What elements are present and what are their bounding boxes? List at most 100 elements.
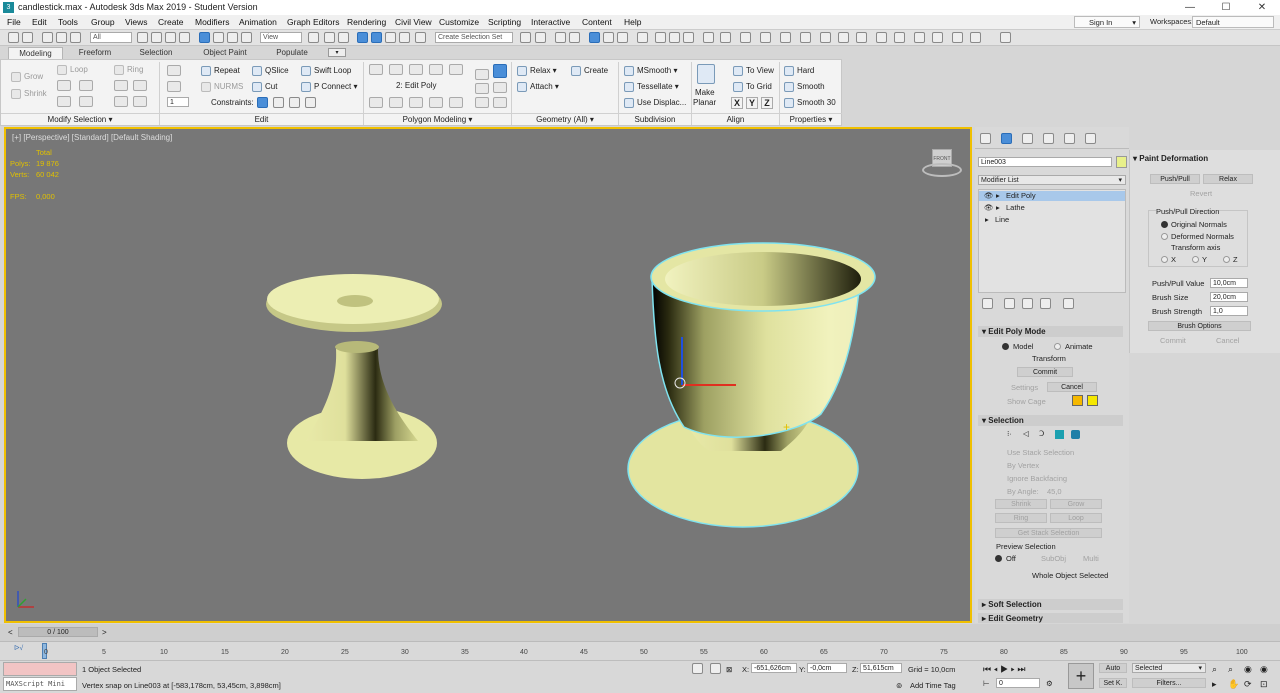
menu-civil-view[interactable]: Civil View [395,17,432,27]
attach-button[interactable]: Attach ▾ [517,82,559,92]
make-planar-icon[interactable] [697,64,715,84]
poly-tool-5-icon[interactable] [449,97,463,108]
use-displace-button[interactable]: Use Displac... [624,98,686,108]
orbit-icon[interactable]: ⟳ [1244,679,1252,690]
hard-button[interactable]: Hard [784,66,814,76]
ring-shift-icon[interactable] [133,80,147,91]
hierarchy-tab-icon[interactable] [1022,133,1033,144]
cage-color-swatch[interactable] [1072,395,1083,406]
select-scale-icon[interactable] [227,32,238,43]
ring-mode-icon[interactable] [114,80,128,91]
isolate-selection-icon[interactable] [692,663,703,674]
revert-button[interactable]: Revert [1190,189,1212,198]
go-to-end-icon[interactable]: ⏭ [1017,664,1025,674]
use-soft-selection-icon[interactable] [493,64,507,78]
curve-editor-icon[interactable] [603,32,614,43]
vertex-icon[interactable]: ⁝· [1007,429,1012,438]
modify-selection-group-label[interactable]: Modify Selection ▾ [1,113,159,125]
go-to-start-icon[interactable]: ⏮ [983,664,991,674]
menu-edit[interactable]: Edit [32,17,47,27]
workspace-dropdown[interactable]: Default [1192,16,1274,28]
motion-tab-icon[interactable] [1043,133,1054,144]
previous-frame-icon[interactable]: ◂ [994,664,998,674]
original-normals-radio[interactable] [1161,221,1168,228]
constraint-normal-icon[interactable] [305,97,316,108]
reference-coordinate-dropdown[interactable]: View [260,32,302,43]
torus-icon[interactable] [914,32,925,43]
scene-explorer-icon[interactable] [800,32,811,43]
push-pull-value-spinner[interactable]: 10,0cm [1210,278,1248,288]
push-pull-button[interactable]: Push/Pull [1150,174,1200,184]
next-modifier-icon[interactable] [475,97,489,108]
relax-button[interactable]: Relax [1203,174,1253,184]
select-place-icon[interactable] [241,32,252,43]
snaps-toggle-icon[interactable] [357,32,368,43]
grow-button[interactable]: Grow [1050,499,1102,509]
zoom-icon[interactable]: ⌕ [1212,664,1217,675]
mirror-icon[interactable] [520,32,531,43]
preserve-uvs-icon[interactable] [167,65,181,76]
maxscript-listener-input[interactable] [3,662,77,676]
sphere-icon[interactable] [820,32,831,43]
maxscript-mini-listener[interactable]: MAXScript Mini [3,677,77,691]
auto-key-button[interactable]: Auto [1099,663,1127,673]
brush-strength-spinner[interactable]: 1,0 [1210,306,1248,316]
eye-icon[interactable]: 👁 [984,191,994,200]
deformed-normals-radio[interactable] [1161,233,1168,240]
toggle-scene-explorer-icon[interactable] [555,32,566,43]
selection-filter-dropdown[interactable]: All [90,32,132,43]
next-frame-icon[interactable]: ▸ [1011,664,1015,674]
modifier-list-dropdown[interactable]: Modifier List ▾ [978,175,1126,185]
ring-button[interactable]: Ring [114,65,143,75]
play-icon[interactable]: ▶ [1000,664,1008,674]
modify-tab-icon[interactable] [1001,133,1012,144]
polygon-icon[interactable] [1055,430,1064,439]
repeat-button[interactable]: Repeat [201,66,240,76]
maximize-button[interactable]: ☐ [1208,0,1244,15]
make-planar-label-2[interactable]: Planar [693,98,716,107]
constraint-edge-icon[interactable] [273,97,284,108]
poly-tool-1-icon[interactable] [369,97,383,108]
border-icon[interactable]: Ↄ [1039,429,1044,438]
expand-icon[interactable]: ▸ [996,191,1000,200]
bind-space-warp-icon[interactable] [70,32,81,43]
zoom-extents-all-icon[interactable]: ◉ [1260,664,1268,675]
time-configuration-icon[interactable]: ⚙ [1046,679,1053,688]
menu-modifiers[interactable]: Modifiers [195,17,229,27]
tessellate-button[interactable]: Tessellate ▾ [624,82,679,92]
element-icon[interactable] [1071,430,1080,439]
shrink-button[interactable]: Shrink [995,499,1047,509]
menu-help[interactable]: Help [624,17,641,27]
z-coord-field[interactable]: 51,615cm [860,663,902,673]
redo-icon[interactable] [22,32,33,43]
polygon-mode-icon[interactable] [429,64,443,75]
close-button[interactable]: ✕ [1244,0,1280,15]
model-radio[interactable] [1002,343,1009,350]
qslice-button[interactable]: QSlice [252,66,289,76]
time-slider-next-icon[interactable]: > [102,628,107,637]
pyramid-icon[interactable] [876,32,887,43]
a360-gallery-icon[interactable] [720,32,731,43]
axis-z-radio[interactable] [1223,256,1230,263]
loop-button[interactable]: Loop [57,65,88,75]
select-manipulate-icon[interactable] [324,32,335,43]
properties-group-label[interactable]: Properties ▾ [780,113,842,125]
zoom-all-icon[interactable]: ⌕ [1228,664,1233,675]
preview-off-radio[interactable] [995,555,1002,562]
percent-snap-icon[interactable] [385,32,396,43]
set-key-icon[interactable]: + [1068,663,1094,689]
nurms-button[interactable]: NURMS [201,82,243,92]
to-view-button[interactable]: To View [733,66,774,76]
menu-scripting[interactable]: Scripting [488,17,521,27]
camera-icon[interactable] [970,32,981,43]
loop-shift-icon[interactable] [79,80,93,91]
time-slider[interactable]: 0 / 100 [18,627,98,637]
selection-lock-icon[interactable] [710,663,721,674]
select-object-icon[interactable] [137,32,148,43]
poly-tool-4-icon[interactable] [429,97,443,108]
to-grid-button[interactable]: To Grid [733,82,772,92]
soft-selection-rollout-header[interactable]: ▸ Soft Selection [978,599,1123,610]
eye-icon[interactable]: 👁 [984,203,994,212]
ring-down-icon[interactable] [133,96,147,107]
expand-icon[interactable]: ▸ [985,215,989,224]
